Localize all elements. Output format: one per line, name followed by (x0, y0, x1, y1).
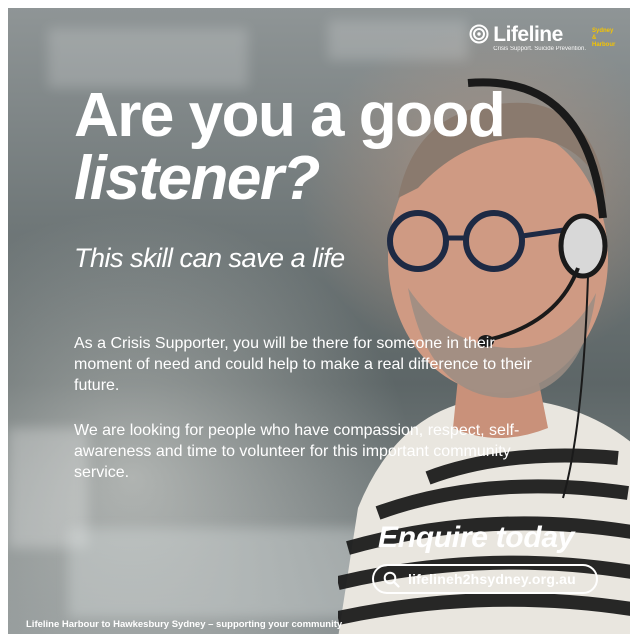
footer-text: Lifeline Harbour to Hawkesbury Sydney – … (26, 619, 343, 630)
lifeline-logo: Lifeline Crisis Support. Suicide Prevent… (469, 24, 616, 53)
logo-badge: Sydney & Harbour (592, 28, 616, 48)
subheadline: This skill can save a life (74, 243, 345, 273)
search-icon (383, 571, 400, 588)
cta-heading: Enquire today (378, 521, 575, 554)
headline-line-2: listener? (74, 144, 320, 213)
paragraph-looking-for: We are looking for people who have compa… (74, 422, 520, 481)
paragraph-role: As a Crisis Supporter, you will be there… (74, 335, 532, 394)
website-link[interactable]: lifelineh2hsydney.org.au (372, 564, 598, 594)
headline: Are you a good listener? (74, 81, 506, 213)
recruitment-poster: Lifeline Crisis Support. Suicide Prevent… (8, 8, 630, 634)
website-url: lifelineh2hsydney.org.au (408, 571, 576, 587)
logo-tagline: Crisis Support. Suicide Prevention. (493, 46, 586, 52)
background-window (328, 20, 468, 60)
headline-line-1: Are you a good (74, 81, 506, 150)
background-window (48, 28, 248, 88)
lifeline-spiral-icon (469, 24, 489, 44)
logo-wordmark: Lifeline (493, 23, 563, 46)
